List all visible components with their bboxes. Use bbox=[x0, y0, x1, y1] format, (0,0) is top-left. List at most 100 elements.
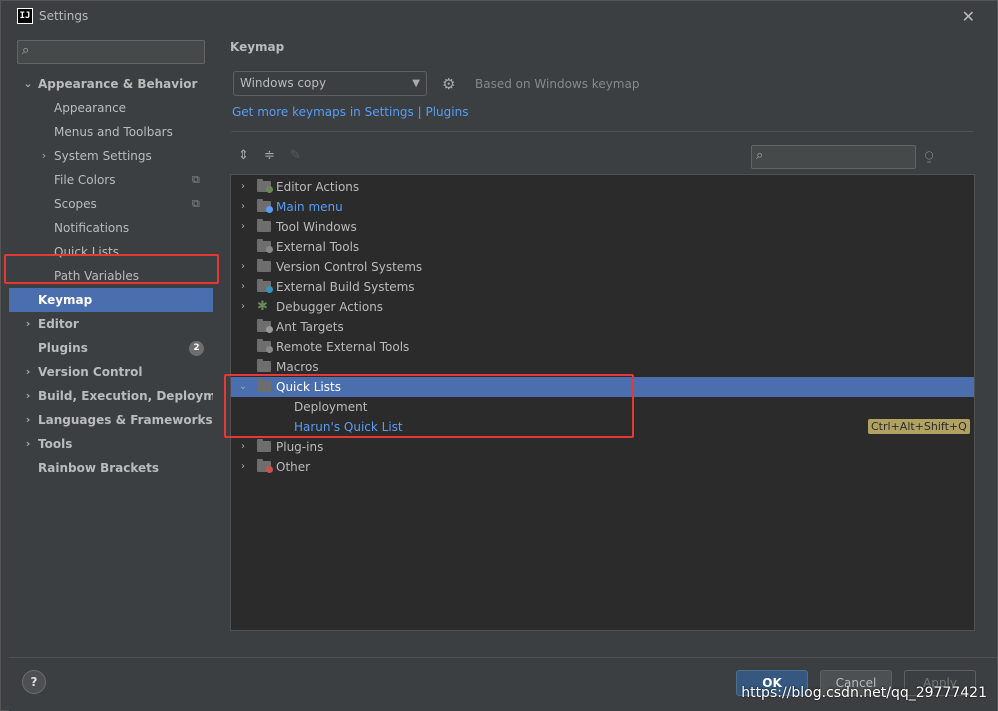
sidebar-item[interactable]: Notifications bbox=[9, 216, 213, 240]
chevron-right-icon[interactable]: › bbox=[21, 360, 35, 384]
chevron-right-icon[interactable]: › bbox=[237, 297, 249, 317]
sidebar-item[interactable]: Rainbow Brackets bbox=[9, 456, 213, 480]
sidebar-item[interactable]: File Colors ⧉ bbox=[9, 168, 213, 192]
quick-lists-highlight-box bbox=[224, 374, 634, 438]
chevron-right-icon[interactable]: › bbox=[21, 408, 35, 432]
window-title: Settings bbox=[39, 9, 89, 23]
close-icon[interactable]: ✕ bbox=[962, 7, 975, 26]
settings-dialog: IJ Settings ✕ ⌕ ⌄ Appearance & Behavior Ap… bbox=[0, 0, 998, 711]
dialog-footer: ? OK Cancel Apply bbox=[9, 657, 997, 711]
sidebar-item[interactable]: Menus and Toolbars bbox=[9, 120, 213, 144]
sidebar-item[interactable]: › Tools bbox=[9, 432, 213, 456]
sidebar-item[interactable]: Appearance bbox=[9, 96, 213, 120]
intellij-logo-icon: IJ bbox=[17, 8, 33, 24]
folder-icon bbox=[257, 359, 271, 372]
sidebar-item-label: Appearance bbox=[54, 101, 127, 115]
project-level-icon: ⧉ bbox=[192, 173, 200, 186]
tree-row[interactable]: › Tool Windows bbox=[231, 217, 974, 237]
keymap-highlight-box bbox=[4, 254, 219, 284]
tree-row[interactable]: › Main menu bbox=[231, 197, 974, 217]
keymap-dropdown[interactable]: Windows copy ▼ bbox=[233, 71, 427, 96]
sidebar-item[interactable]: › Editor bbox=[9, 312, 213, 336]
chevron-down-icon[interactable]: ⌄ bbox=[21, 72, 35, 96]
bug-icon: ✱ bbox=[257, 299, 268, 314]
sidebar-item-label: Scopes bbox=[54, 197, 97, 211]
folder-overlay-icon bbox=[266, 286, 273, 293]
chevron-right-icon[interactable]: › bbox=[237, 177, 249, 197]
folder-overlay-icon bbox=[266, 206, 273, 213]
tree-row[interactable]: External Tools bbox=[231, 237, 974, 257]
tree-row-label: Remote External Tools bbox=[276, 340, 410, 354]
sidebar-item-label: Editor bbox=[38, 317, 79, 331]
folder-overlay-icon bbox=[266, 186, 273, 193]
sidebar-item-selected[interactable]: Keymap bbox=[9, 288, 213, 312]
keymap-panel: Keymap Windows copy ▼ ⚙ Based on Windows… bbox=[213, 32, 997, 657]
sidebar-item-label: Languages & Frameworks bbox=[38, 413, 213, 427]
tree-row-label: Main menu bbox=[276, 200, 343, 214]
edit-icon: ✎ bbox=[290, 148, 301, 163]
tree-row[interactable]: › Version Control Systems bbox=[231, 257, 974, 277]
find-by-shortcut-icon[interactable]: ⍜ bbox=[925, 148, 933, 164]
sidebar-item-label: Plugins bbox=[38, 341, 88, 355]
title-bar: IJ Settings ✕ bbox=[1, 1, 997, 32]
keymap-dropdown-value: Windows copy bbox=[240, 76, 327, 90]
sidebar-item-label: Notifications bbox=[54, 221, 130, 235]
collapse-all-icon[interactable]: ≑ bbox=[264, 148, 275, 163]
chevron-right-icon[interactable]: › bbox=[237, 457, 249, 477]
tree-row[interactable]: › External Build Systems bbox=[231, 277, 974, 297]
sidebar-item[interactable]: ⌄ Appearance & Behavior bbox=[9, 72, 213, 96]
watermark: https://blog.csdn.net/qq_29777421 bbox=[741, 685, 987, 701]
sidebar-item[interactable]: › System Settings bbox=[9, 144, 213, 168]
chevron-right-icon[interactable]: › bbox=[237, 197, 249, 217]
sidebar-item-label: Tools bbox=[38, 437, 73, 451]
sidebar-item-label: Rainbow Brackets bbox=[38, 461, 160, 475]
tree-row[interactable]: › Editor Actions bbox=[231, 177, 974, 197]
sidebar-item[interactable]: › Version Control bbox=[9, 360, 213, 384]
action-search-input[interactable]: ⌕ bbox=[751, 145, 916, 169]
tree-row-label: Tool Windows bbox=[276, 220, 357, 234]
folder-icon bbox=[257, 439, 271, 452]
sidebar-item[interactable]: Plugins 2 bbox=[9, 336, 213, 360]
tree-row-label: Plug-ins bbox=[276, 440, 324, 454]
settings-search-input[interactable]: ⌕ bbox=[17, 40, 205, 64]
more-keymaps-link[interactable]: Get more keymaps in Settings | Plugins bbox=[232, 105, 468, 119]
tree-row-label: External Tools bbox=[276, 240, 360, 254]
tree-row-label: Other bbox=[276, 460, 311, 474]
tree-row[interactable]: Ant Targets bbox=[231, 317, 974, 337]
tree-row[interactable]: › ✱ Debugger Actions bbox=[231, 297, 974, 317]
sidebar-item-label: Build, Execution, Deployment bbox=[38, 389, 239, 403]
chevron-right-icon[interactable]: › bbox=[21, 432, 35, 456]
settings-sidebar: ⌕ ⌄ Appearance & Behavior Appearance Menus … bbox=[9, 32, 238, 657]
shortcut-badge: Ctrl+Alt+Shift+Q bbox=[868, 419, 970, 434]
sidebar-item[interactable]: Scopes ⧉ bbox=[9, 192, 213, 216]
tree-row[interactable]: › Other bbox=[231, 457, 974, 477]
tree-row-label: Ant Targets bbox=[276, 320, 344, 334]
folder-overlay-icon bbox=[266, 246, 273, 253]
chevron-right-icon[interactable]: › bbox=[237, 437, 249, 457]
sidebar-item[interactable]: › Build, Execution, Deployment bbox=[9, 384, 238, 408]
sidebar-item[interactable]: › Languages & Frameworks bbox=[9, 408, 213, 432]
folder-overlay-icon bbox=[266, 466, 273, 473]
tree-row[interactable]: › Plug-ins bbox=[231, 437, 974, 457]
sidebar-item-label: Appearance & Behavior bbox=[38, 77, 198, 91]
tree-row-label: Debugger Actions bbox=[276, 300, 384, 314]
folder-icon bbox=[257, 259, 271, 272]
tree-row-label: Editor Actions bbox=[276, 180, 360, 194]
help-button[interactable]: ? bbox=[22, 670, 46, 694]
search-icon: ⌕ bbox=[22, 43, 30, 58]
chevron-right-icon[interactable]: › bbox=[37, 144, 51, 168]
sidebar-item-label: Keymap bbox=[38, 293, 93, 307]
folder-icon bbox=[257, 219, 271, 232]
tree-row[interactable]: Remote External Tools bbox=[231, 337, 974, 357]
expand-all-icon[interactable]: ⇕ bbox=[238, 148, 249, 163]
folder-overlay-icon bbox=[266, 346, 273, 353]
chevron-right-icon[interactable]: › bbox=[237, 217, 249, 237]
based-on-label: Based on Windows keymap bbox=[475, 77, 640, 91]
chevron-right-icon[interactable]: › bbox=[237, 257, 249, 277]
gear-icon[interactable]: ⚙ bbox=[442, 75, 455, 93]
chevron-right-icon[interactable]: › bbox=[21, 384, 35, 408]
page-title: Keymap bbox=[230, 40, 285, 54]
chevron-right-icon[interactable]: › bbox=[237, 277, 249, 297]
divider bbox=[231, 131, 974, 132]
chevron-right-icon[interactable]: › bbox=[21, 312, 35, 336]
